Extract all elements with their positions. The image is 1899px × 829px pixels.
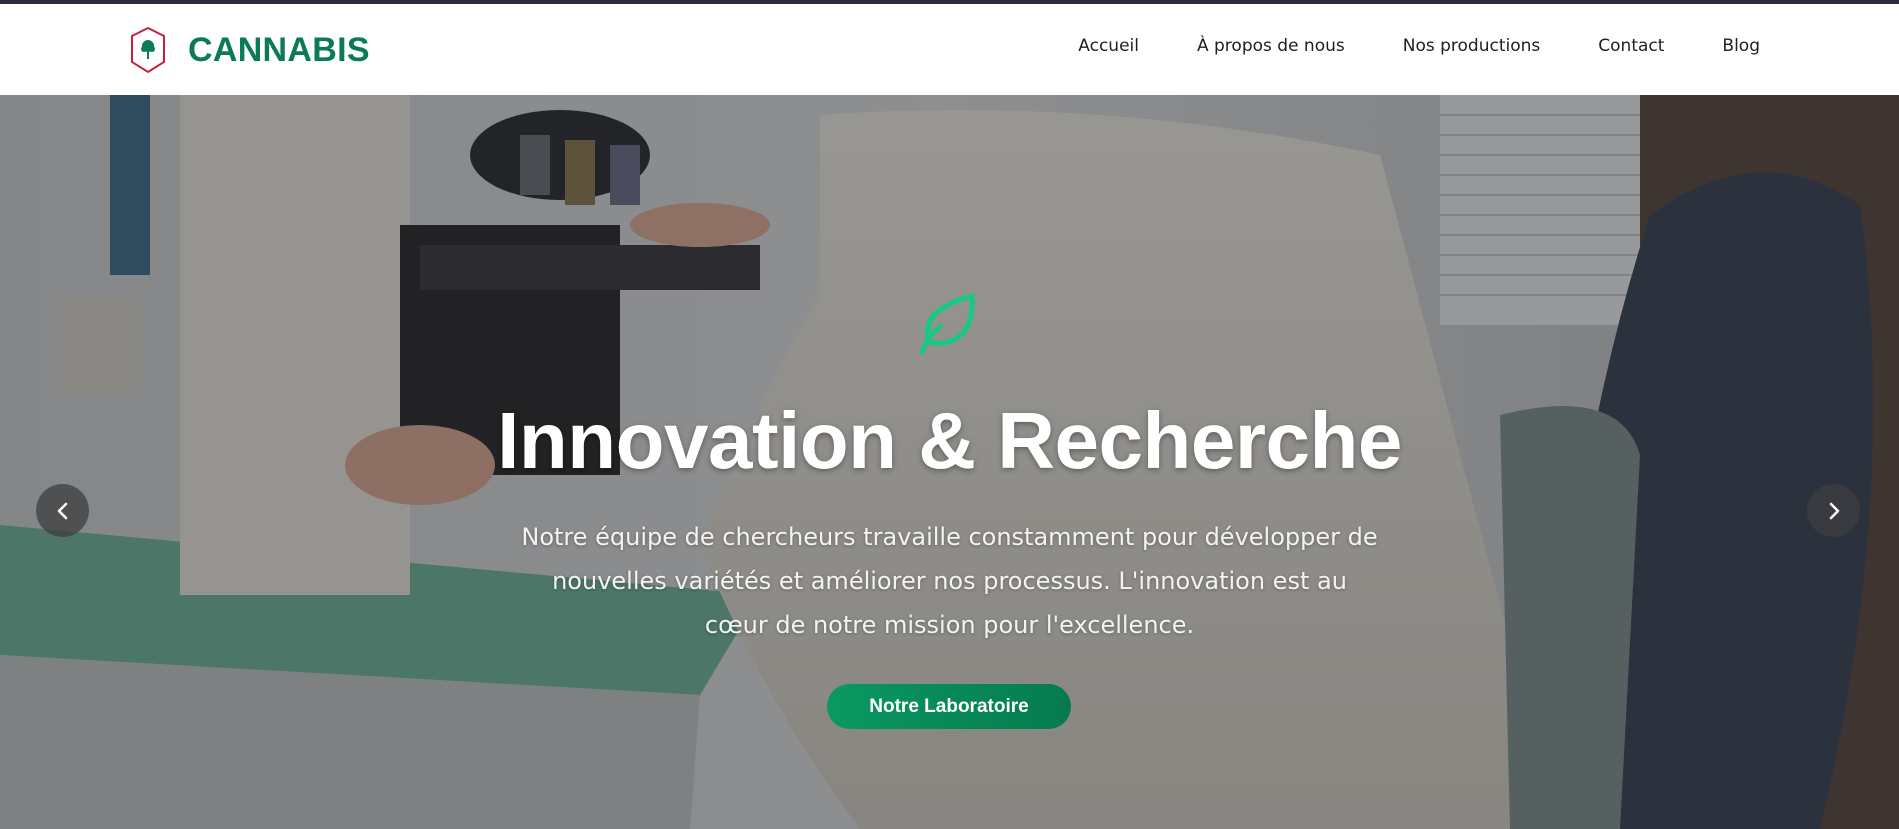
chevron-right-icon (1829, 502, 1839, 519)
leaf-icon (919, 293, 975, 355)
brand-name: CANNABIS (188, 30, 370, 69)
nav-item-accueil[interactable]: Accueil (1078, 36, 1139, 56)
brand[interactable]: CANNABIS (129, 26, 370, 74)
nav-item-a-propos[interactable]: À propos de nous (1197, 36, 1345, 56)
main-nav: Accueil À propos de nous Nos productions… (1078, 36, 1760, 56)
hero-slide: Innovation & Recherche Notre équipe de c… (0, 95, 1899, 829)
nav-item-productions[interactable]: Nos productions (1403, 36, 1541, 56)
nav-item-blog[interactable]: Blog (1722, 36, 1760, 56)
chevron-left-icon (57, 502, 67, 519)
hero-description: Notre équipe de chercheurs travaille con… (521, 523, 1378, 639)
shield-leaf-icon (131, 26, 165, 74)
hero-carousel: Innovation & Recherche Notre équipe de c… (0, 95, 1899, 829)
hero-title: Innovation & Recherche (497, 396, 1402, 485)
nav-item-contact[interactable]: Contact (1598, 36, 1664, 56)
carousel-next-button[interactable] (1807, 484, 1860, 537)
navbar: CANNABIS Accueil À propos de nous Nos pr… (0, 4, 1899, 95)
carousel-prev-button[interactable] (36, 484, 89, 537)
laboratory-button[interactable]: Notre Laboratoire (827, 684, 1071, 729)
